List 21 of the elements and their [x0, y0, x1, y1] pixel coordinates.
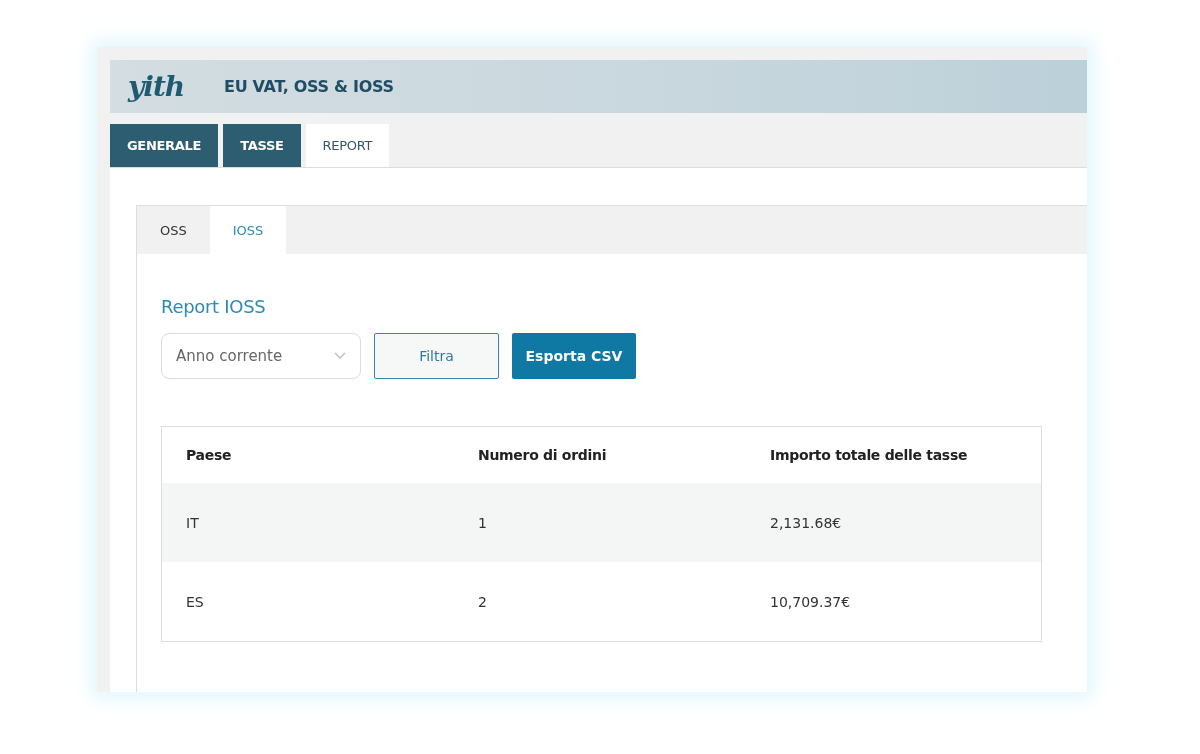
- chevron-down-icon: [334, 352, 346, 360]
- tab[interactable]: GENERALE: [110, 124, 219, 167]
- table-cell-text: 10,709.37€: [769, 593, 852, 610]
- period-dropdown[interactable]: Anno corrente: [161, 333, 361, 379]
- column-header: Paese: [185, 447, 233, 463]
- tab[interactable]: TASSE: [223, 124, 301, 167]
- tab[interactable]: REPORT: [305, 124, 390, 167]
- table-cell-text: 2,131.68€: [769, 514, 843, 531]
- plugin-title: EU VAT, OSS & IOSS: [224, 77, 394, 96]
- filter-button[interactable]: Filtra: [374, 333, 499, 379]
- column-header: Importo totale delle tasse: [769, 447, 969, 463]
- table-cell-text: 2: [477, 593, 488, 610]
- subtab[interactable]: OSS: [137, 206, 210, 254]
- report-heading: Report IOSS: [161, 296, 267, 317]
- export-button[interactable]: Esporta CSV: [512, 333, 636, 379]
- table-cell-text: ES: [185, 593, 205, 610]
- logo: yith: [128, 70, 186, 103]
- table-cell-text: IT: [185, 514, 200, 531]
- column-header: Numero di ordini: [477, 447, 608, 463]
- subtab[interactable]: IOSS: [209, 206, 287, 254]
- table-cell-text: 1: [477, 514, 488, 531]
